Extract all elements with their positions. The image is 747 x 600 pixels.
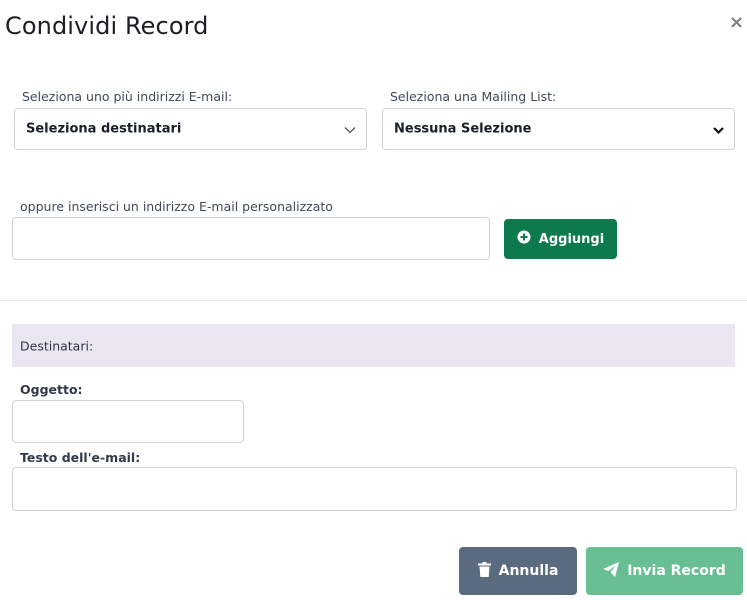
body-label: Testo dell'e-mail: [20,450,141,465]
recipients-select-value: Seleziona destinatari [26,121,182,137]
dialog-title: Condividi Record [5,12,209,40]
email-body-input[interactable] [12,467,737,511]
subject-input[interactable] [12,400,244,443]
trash-icon [477,561,491,581]
plus-circle-icon [517,230,531,248]
recipients-list: Destinatari: [12,324,735,367]
cancel-button[interactable]: Annulla [459,547,577,595]
add-button-label: Aggiungi [538,231,605,247]
section-divider [0,300,747,301]
subject-label: Oggetto: [20,382,83,397]
paper-plane-icon [603,561,620,581]
custom-email-label: oppure inserisci un indirizzo E-mail per… [20,199,333,214]
cancel-button-label: Annulla [498,563,559,579]
mailing-list-value: Nessuna Selezione [394,121,532,137]
send-record-button[interactable]: Invia Record [586,547,743,595]
close-icon[interactable]: × [729,12,744,33]
add-email-button[interactable]: Aggiungi [504,219,617,259]
recipients-select[interactable]: Seleziona destinatari [14,108,367,150]
mailing-list-select[interactable]: Nessuna Selezione [382,108,735,150]
recipients-select-label: Seleziona uno più indirizzi E-mail: [22,89,233,104]
custom-email-input[interactable] [12,217,490,260]
chevron-down-icon [713,120,724,139]
send-button-label: Invia Record [627,563,726,579]
mailing-list-label: Seleziona una Mailing List: [390,89,557,104]
chevron-down-icon [344,120,356,139]
recipients-label: Destinatari: [20,338,94,353]
